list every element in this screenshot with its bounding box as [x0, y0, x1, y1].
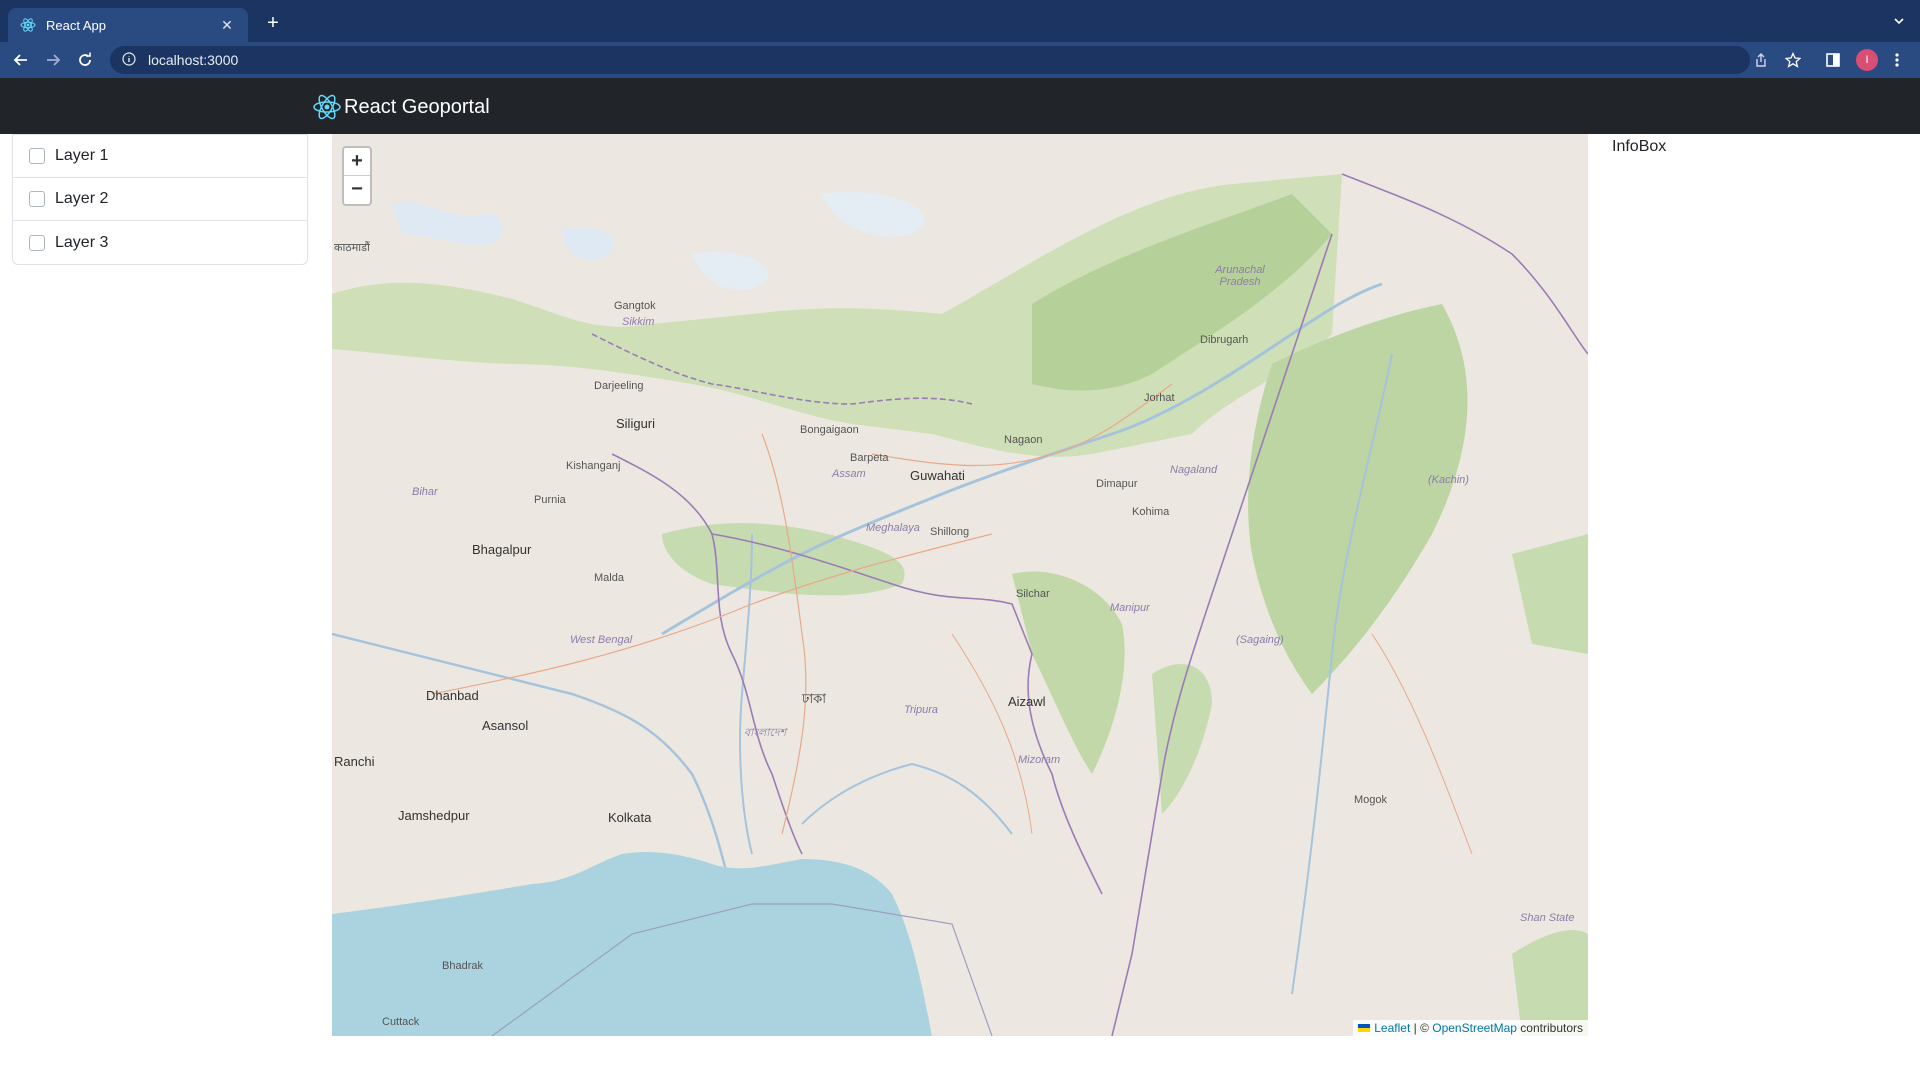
profile-avatar[interactable]: I — [1856, 49, 1878, 71]
map-label-purnia: Purnia — [534, 494, 566, 506]
tab-close-icon[interactable]: ✕ — [218, 17, 236, 34]
map-label-kolkata: Kolkata — [608, 810, 652, 825]
map-label-gangtok: Gangtok — [614, 300, 656, 312]
brand-title: React Geoportal — [344, 95, 490, 118]
map-label-tripura: Tripura — [904, 704, 939, 716]
forward-button[interactable] — [44, 51, 62, 69]
layer-3-label: Layer 3 — [55, 233, 109, 251]
osm-link[interactable]: OpenStreetMap — [1432, 1021, 1517, 1035]
map-label-jorhat: Jorhat — [1144, 392, 1175, 404]
map-label-dhanbad: Dhanbad — [426, 688, 479, 703]
layer-1-checkbox[interactable] — [29, 148, 45, 164]
ukraine-flag-icon — [1358, 1024, 1371, 1032]
map-label-cuttack: Cuttack — [382, 1016, 420, 1028]
map-label-bangladesh: বাংলাদেশ — [744, 727, 787, 739]
map-label-silchar: Silchar — [1016, 588, 1050, 600]
map-label-meghalaya: Meghalaya — [866, 522, 920, 534]
reload-icon — [79, 52, 91, 66]
map-label-bhadrak: Bhadrak — [442, 960, 483, 972]
zoom-control: + − — [342, 146, 372, 206]
map-label-barpeta: Barpeta — [850, 452, 889, 464]
react-favicon-icon — [20, 17, 36, 33]
map-label-asansol: Asansol — [482, 718, 529, 733]
map-label-kachin: (Kachin) — [1428, 474, 1469, 486]
layer-1-label: Layer 1 — [55, 147, 109, 164]
site-info-icon[interactable] — [122, 52, 138, 68]
map-label-nagaon: Nagaon — [1004, 434, 1043, 446]
map-label-aizawl: Aizawl — [1008, 694, 1046, 709]
map-label-mizoram: Mizoram — [1018, 754, 1061, 766]
layer-2-checkbox[interactable] — [29, 191, 45, 207]
map-label-ranchi: Ranchi — [334, 754, 375, 769]
infobox-title: InfoBox — [1612, 138, 1667, 155]
map-label-sikkim: Sikkim — [622, 316, 655, 328]
browser-toolbar: localhost:3000 I — [0, 42, 1920, 78]
map-label-kohima: Kohima — [1132, 506, 1170, 518]
map-tiles — [332, 134, 1588, 1036]
layer-item-1[interactable]: Layer 1 — [13, 135, 307, 178]
layer-2-label: Layer 2 — [55, 190, 109, 207]
leaflet-link[interactable]: Leaflet — [1374, 1021, 1410, 1035]
app-navbar: React Geoportal — [0, 78, 1920, 134]
attribution-separator: | © — [1410, 1021, 1433, 1035]
map-label-dhaka: ঢাকা — [802, 691, 826, 706]
browser-menu-icon[interactable] — [1888, 51, 1906, 69]
map-label-malda: Malda — [594, 572, 624, 584]
map-label-guwahati: Guwahati — [910, 468, 965, 483]
address-bar[interactable]: localhost:3000 — [110, 46, 1750, 74]
map-label-sagaing: (Sagaing) — [1236, 634, 1284, 646]
bookmark-star-icon[interactable] — [1784, 51, 1802, 69]
tab-title: React App — [46, 17, 106, 33]
map-label-dimapur: Dimapur — [1096, 478, 1138, 490]
forward-arrow-icon — [47, 54, 61, 66]
map-label-arunachal: Arunachal Pradesh — [1215, 264, 1265, 288]
tab-search-chevron-icon[interactable] — [1892, 14, 1906, 28]
map-label-manipur: Manipur — [1110, 602, 1150, 614]
navbar-brand[interactable]: React Geoportal — [312, 92, 490, 122]
share-icon[interactable] — [1752, 51, 1770, 69]
browser-tab-bar: React App ✕ + — [0, 0, 1920, 42]
map-label-nagaland: Nagaland — [1170, 464, 1218, 476]
browser-tab[interactable]: React App ✕ — [8, 8, 248, 42]
map-label-shillong: Shillong — [930, 526, 970, 538]
zoom-in-button[interactable]: + — [344, 148, 370, 176]
map-label-shan: Shan State — [1520, 912, 1575, 924]
map-label-bongaigaon: Bongaigaon — [800, 424, 859, 436]
layer-3-checkbox[interactable] — [29, 234, 45, 251]
back-arrow-icon — [13, 54, 27, 66]
map-label-kathmandu: काठमाडौं — [334, 242, 370, 254]
attribution-suffix: contributors — [1516, 1021, 1583, 1035]
layer-item-3[interactable]: Layer 3 — [13, 221, 307, 264]
layer-item-2[interactable]: Layer 2 — [13, 178, 307, 221]
new-tab-button[interactable]: + — [262, 12, 284, 34]
map-label-mogok: Mogok — [1354, 794, 1388, 806]
map-label-assam: Assam — [832, 468, 866, 480]
layer-list: Layer 1 Layer 2 Layer 3 — [12, 134, 308, 265]
map-label-darjeeling: Darjeeling — [594, 380, 644, 392]
reload-button[interactable] — [76, 51, 94, 69]
map-label-jamshedpur: Jamshedpur — [398, 808, 470, 823]
side-panel-icon[interactable] — [1824, 51, 1842, 69]
zoom-out-button[interactable]: − — [344, 176, 370, 204]
leaflet-map[interactable]: काठमाडौं Sikkim Gangtok Darjeeling Silig… — [332, 134, 1588, 1036]
back-button[interactable] — [12, 51, 30, 69]
map-label-west-bengal: West Bengal — [570, 634, 633, 646]
map-attribution: Leaflet | © OpenStreetMap contributors — [1353, 1020, 1588, 1036]
map-label-kishanganj: Kishanganj — [566, 460, 621, 472]
map-label-dibrugarh: Dibrugarh — [1200, 334, 1249, 346]
map-label-siliguri: Siliguri — [616, 416, 656, 431]
react-logo-icon — [312, 92, 342, 122]
url-text: localhost:3000 — [148, 52, 239, 68]
map-label-bhagalpur: Bhagalpur — [472, 542, 532, 557]
map-label-bihar: Bihar — [412, 486, 438, 498]
